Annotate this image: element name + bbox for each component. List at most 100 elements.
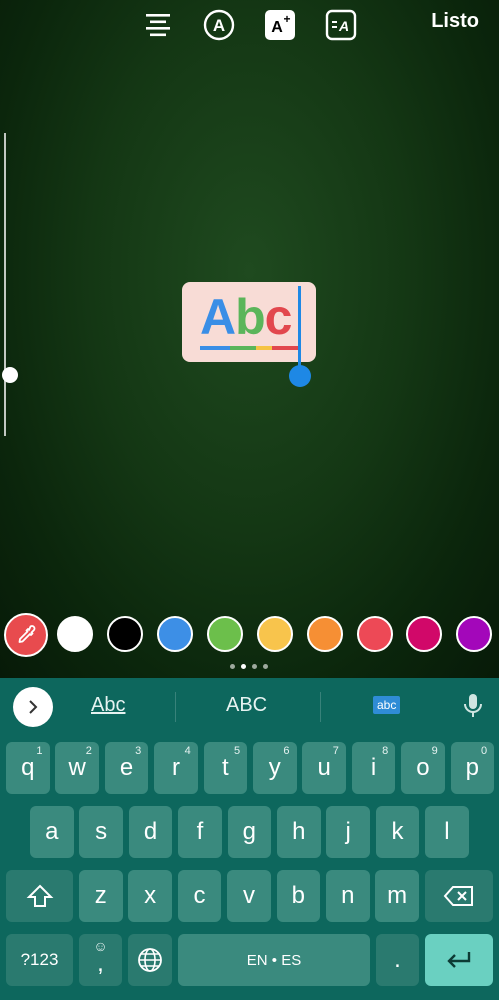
comma-key[interactable]: ☺ ,: [79, 934, 122, 986]
enter-key[interactable]: [425, 934, 493, 986]
color-swatch-yellow[interactable]: [257, 616, 293, 652]
key-k[interactable]: k: [375, 806, 420, 858]
color-picker-button[interactable]: [4, 613, 48, 657]
color-swatch-magenta[interactable]: [406, 616, 442, 652]
period-key[interactable]: .: [376, 934, 419, 986]
font-style-icon: A: [203, 9, 235, 41]
key-a[interactable]: a: [30, 806, 74, 858]
story-canvas[interactable]: A A + A Listo Abc: [0, 0, 499, 678]
key-z[interactable]: z: [79, 870, 123, 922]
key-label: c: [193, 882, 206, 909]
key-label: m: [387, 882, 408, 909]
key-hint: 9: [431, 745, 438, 757]
key-q[interactable]: q1: [6, 742, 50, 794]
key-label: p: [465, 754, 480, 781]
done-button[interactable]: Listo: [431, 10, 479, 33]
key-label: e: [119, 754, 134, 781]
svg-text:A: A: [338, 18, 349, 34]
suggestion-divider: [175, 692, 176, 722]
key-label: b: [291, 882, 306, 909]
backspace-key[interactable]: [425, 870, 493, 922]
key-i[interactable]: i8: [351, 742, 396, 794]
key-w[interactable]: w2: [55, 742, 99, 794]
suggestion-divider: [320, 692, 321, 722]
color-swatch-purple[interactable]: [456, 616, 492, 652]
key-label: w: [68, 754, 86, 781]
shift-key[interactable]: [6, 870, 73, 922]
text-sticker[interactable]: Abc: [182, 282, 316, 362]
color-swatch-orange[interactable]: [307, 616, 343, 652]
key-label: z: [94, 882, 107, 909]
key-r[interactable]: r4: [154, 742, 198, 794]
key-label: l: [444, 818, 450, 845]
key-g[interactable]: g: [227, 806, 272, 858]
key-hint: 0: [480, 745, 488, 757]
key-n[interactable]: n: [326, 870, 370, 922]
key-t[interactable]: t5: [203, 742, 248, 794]
emoji-icon: ☺: [93, 938, 108, 954]
key-s[interactable]: s: [79, 806, 123, 858]
key-x[interactable]: x: [128, 870, 172, 922]
text-animation-button[interactable]: A: [324, 8, 358, 42]
color-swatch-red[interactable]: [357, 616, 393, 652]
font-style-button[interactable]: A: [202, 8, 236, 42]
sticker-letter-c: c: [264, 289, 293, 345]
underline-red: [272, 346, 298, 350]
color-swatch-green[interactable]: [207, 616, 243, 652]
color-swatch-white[interactable]: [57, 616, 93, 652]
sticker-letter-a: A: [200, 289, 236, 345]
voice-input-button[interactable]: [462, 692, 484, 725]
key-hint: 3: [135, 745, 142, 757]
key-f[interactable]: f: [178, 806, 222, 858]
key-h[interactable]: h: [277, 806, 321, 858]
key-e[interactable]: e3: [104, 742, 149, 794]
key-label: r: [171, 754, 180, 781]
page-dot: [230, 664, 235, 669]
key-m[interactable]: m: [375, 870, 419, 922]
page-dot: [252, 664, 257, 669]
suggestion-2[interactable]: ABC: [226, 694, 267, 717]
space-key[interactable]: EN • ES: [178, 934, 370, 986]
page-dot: [263, 664, 268, 669]
keyboard: Abc ABC abc ?123 ☺ , EN • ES . q 1 w 2 e…: [0, 678, 499, 1000]
microphone-icon: [464, 694, 482, 717]
key-j[interactable]: j: [326, 806, 370, 858]
key-label: h: [292, 818, 306, 845]
key-v[interactable]: v: [227, 870, 271, 922]
cursor-handle[interactable]: [289, 365, 311, 387]
keyboard-menu-button[interactable]: [13, 687, 53, 727]
backspace-icon: [443, 886, 473, 906]
chevron-right-icon: [29, 700, 38, 714]
key-p[interactable]: p0: [450, 742, 495, 794]
key-l[interactable]: l: [425, 806, 469, 858]
key-hint: 6: [283, 745, 290, 757]
key-hint: 8: [382, 745, 389, 757]
key-b[interactable]: b: [276, 870, 321, 922]
key-label: d: [143, 818, 158, 845]
underline-blue: [200, 346, 230, 350]
align-center-button[interactable]: [141, 8, 175, 42]
shift-icon: [26, 884, 53, 907]
suggestion-3[interactable]: abc: [373, 696, 401, 714]
text-effects-button[interactable]: A +: [263, 8, 297, 42]
symbols-key[interactable]: ?123: [6, 934, 73, 986]
key-label: s: [95, 818, 108, 845]
language-key[interactable]: [128, 934, 172, 986]
text-size-slider[interactable]: [2, 133, 18, 436]
key-o[interactable]: o9: [401, 742, 445, 794]
text-size-slider-handle[interactable]: [2, 367, 18, 383]
key-d[interactable]: d: [128, 806, 173, 858]
key-label: t: [222, 754, 229, 781]
key-label: q: [21, 754, 35, 781]
underline-green: [230, 346, 256, 350]
key-label: x: [144, 882, 157, 909]
key-y[interactable]: y6: [253, 742, 297, 794]
color-swatch-blue[interactable]: [157, 616, 193, 652]
key-u[interactable]: u7: [302, 742, 346, 794]
comma-label: ,: [97, 950, 104, 977]
color-swatch-black[interactable]: [107, 616, 143, 652]
suggestion-1[interactable]: Abc: [91, 694, 125, 717]
key-label: k: [391, 818, 404, 845]
key-hint: 2: [85, 745, 92, 757]
key-c[interactable]: c: [177, 870, 222, 922]
